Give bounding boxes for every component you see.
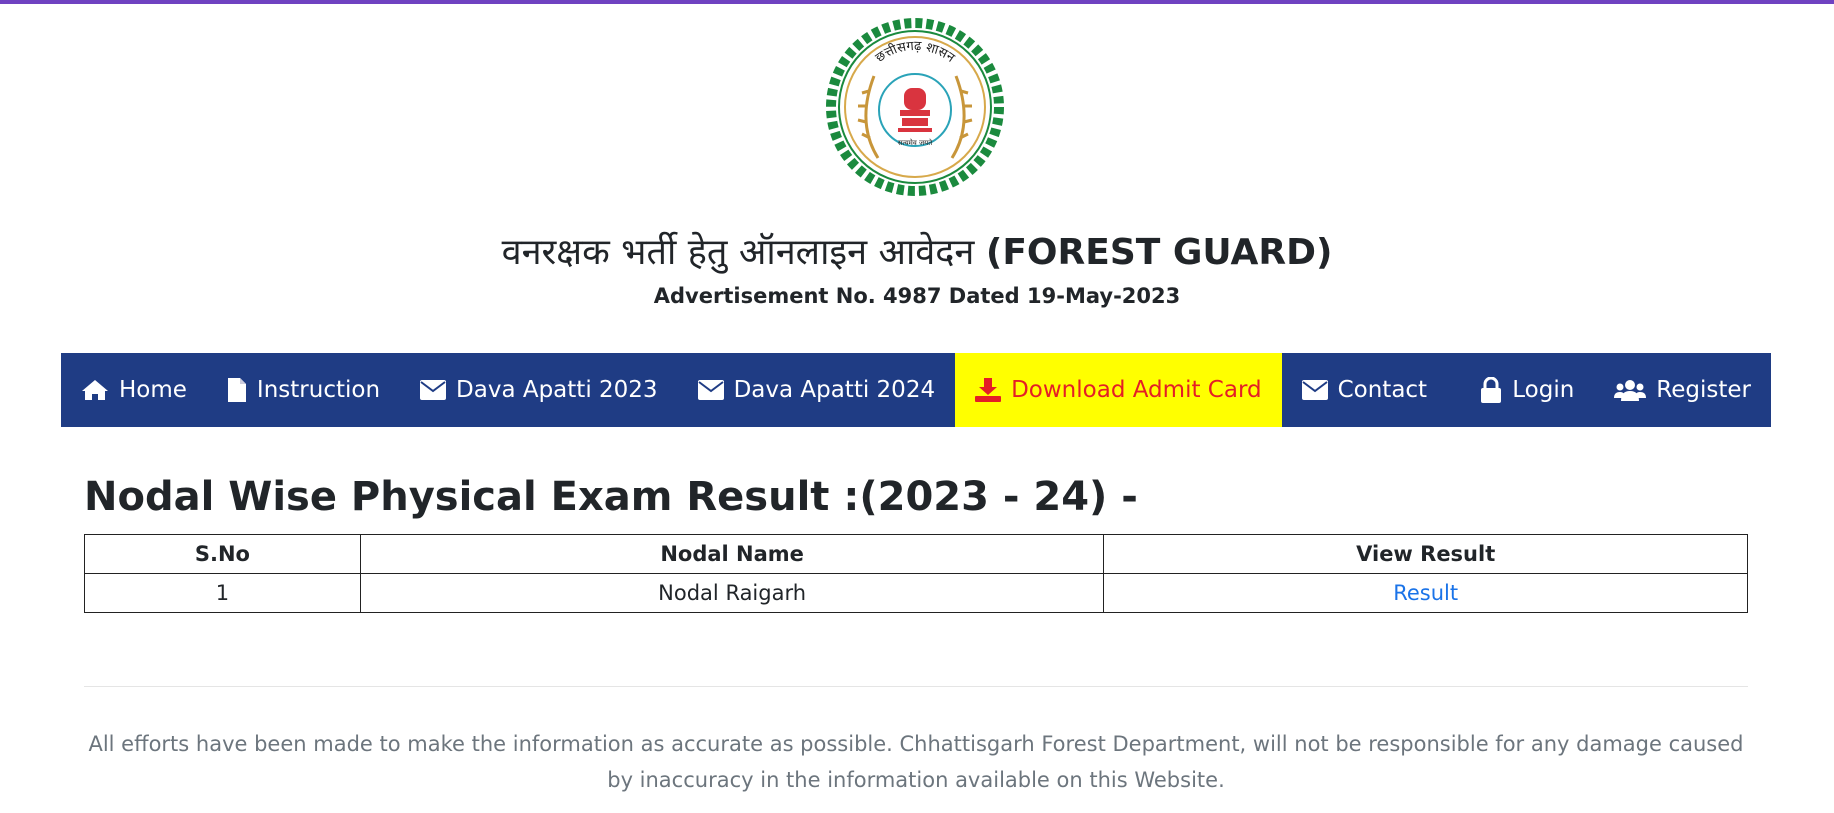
nav-login[interactable]: Login <box>1460 353 1594 427</box>
header-view-result: View Result <box>1103 534 1748 574</box>
nav-home-label: Home <box>119 377 187 403</box>
result-heading: Nodal Wise Physical Exam Result :(2023 -… <box>84 474 1138 520</box>
cell-view-result: Result <box>1103 573 1748 613</box>
nav-download-admit-card-label: Download Admit Card <box>1011 377 1262 403</box>
chhattisgarh-emblem-logo: छत्तीसगढ़ शासन सत्यमेव जयते <box>826 18 1004 196</box>
envelope-icon <box>420 380 447 400</box>
emblem-bottom-text: सत्यमेव जयते <box>898 138 933 147</box>
table-row: 1 Nodal Raigarh Result <box>84 573 1748 613</box>
header-sno: S.No <box>84 534 361 574</box>
envelope-icon <box>1301 380 1328 400</box>
cell-nodal-name: Nodal Raigarh <box>359 573 1105 613</box>
file-icon <box>227 377 247 403</box>
footer-disclaimer: All efforts have been made to make the i… <box>88 732 1744 792</box>
table-header-row: S.No Nodal Name View Result <box>84 534 1748 574</box>
nav-download-admit-card[interactable]: Download Admit Card <box>955 353 1282 427</box>
page-title: वनरक्षक भर्ती हेतु ऑनलाइन आवेदन (FOREST … <box>0 226 1834 275</box>
lock-icon <box>1480 377 1502 403</box>
nav-login-label: Login <box>1512 377 1575 403</box>
nav-register[interactable]: Register <box>1594 353 1771 427</box>
nav-contact-label: Contact <box>1337 377 1428 403</box>
envelope-icon <box>697 380 724 400</box>
advertisement-subtitle: Advertisement No. 4987 Dated 19-May-2023 <box>653 284 1181 308</box>
header-nodal-name: Nodal Name <box>359 534 1105 574</box>
nav-dava-apatti-2024-label: Dava Apatti 2024 <box>733 377 936 403</box>
nav-contact[interactable]: Contact <box>1282 353 1447 427</box>
nav-dava-apatti-2023-label: Dava Apatti 2023 <box>456 377 658 403</box>
result-table: S.No Nodal Name View Result 1 Nodal Raig… <box>84 534 1748 613</box>
nav-instruction[interactable]: Instruction <box>207 353 400 427</box>
nav-dava-apatti-2023[interactable]: Dava Apatti 2023 <box>400 353 678 427</box>
users-icon <box>1614 379 1647 401</box>
title-english: (FOREST GUARD) <box>985 232 1333 273</box>
main-navbar: Home Instruction Dava Apatti 2023 Dava A… <box>61 353 1771 427</box>
nav-dava-apatti-2024[interactable]: Dava Apatti 2024 <box>678 353 956 427</box>
cell-sno: 1 <box>84 573 361 613</box>
nav-home[interactable]: Home <box>61 353 207 427</box>
home-icon <box>81 379 109 401</box>
title-hindi: वनरक्षक भर्ती हेतु ऑनलाइन आवेदन <box>501 232 986 273</box>
nav-instruction-label: Instruction <box>256 377 381 403</box>
footer-divider <box>84 686 1748 687</box>
top-border <box>0 0 1834 4</box>
nav-register-label: Register <box>1656 377 1751 403</box>
download-icon <box>975 378 1002 402</box>
result-link[interactable]: Result <box>1393 581 1458 605</box>
